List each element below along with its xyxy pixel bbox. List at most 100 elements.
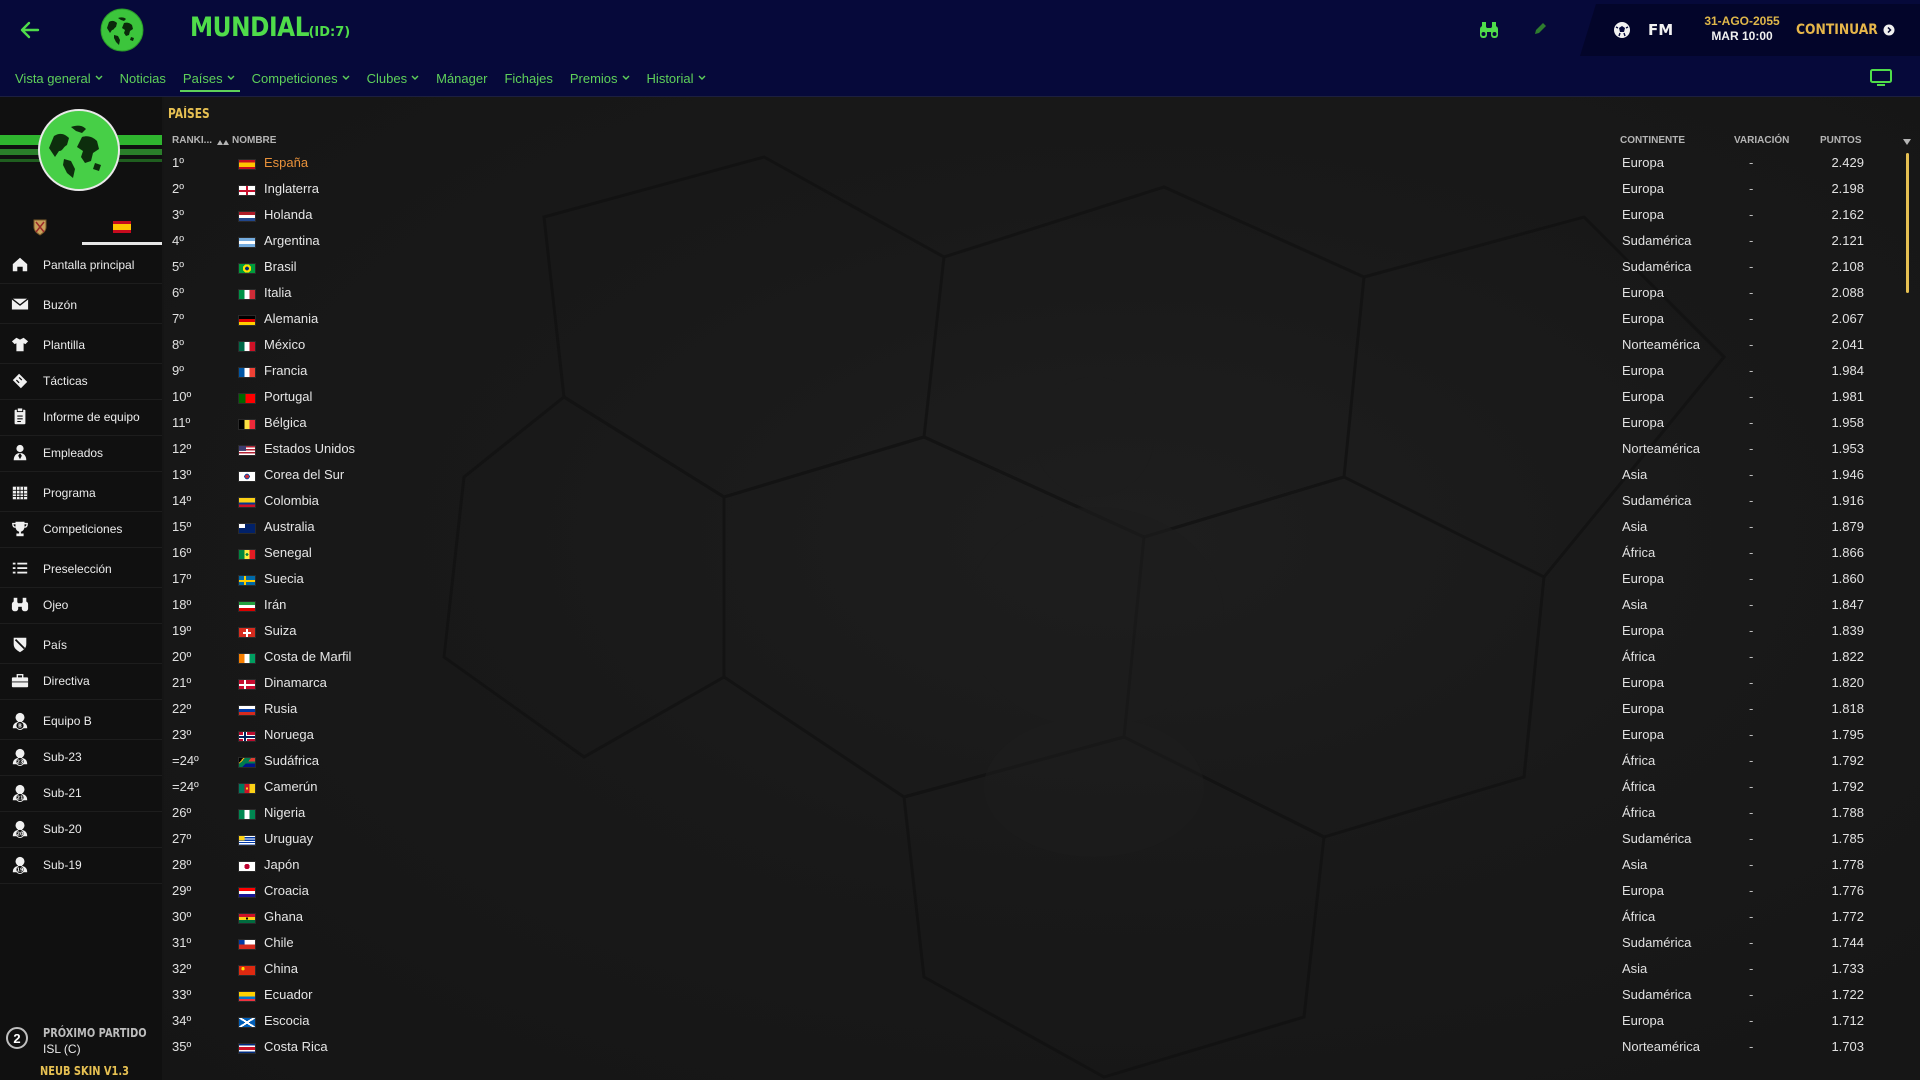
table-row[interactable]: 23º Noruega Europa - 1.795 bbox=[164, 723, 1920, 749]
table-row[interactable]: 12º Estados Unidos Norteamérica - 1.953 bbox=[164, 437, 1920, 463]
country-name-link[interactable]: Brasil bbox=[264, 259, 297, 274]
table-row[interactable]: 19º Suiza Europa - 1.839 bbox=[164, 619, 1920, 645]
country-name-link[interactable]: Argentina bbox=[264, 233, 320, 248]
country-name-link[interactable]: Sudáfrica bbox=[264, 753, 319, 768]
scrollbar-thumb[interactable] bbox=[1906, 153, 1909, 293]
country-name-link[interactable]: Suiza bbox=[264, 623, 297, 638]
sidebar-item-7[interactable]: Competiciones bbox=[0, 511, 162, 548]
column-header-name[interactable]: NOMBRE bbox=[232, 135, 276, 146]
table-row[interactable]: 15º Australia Asia - 1.879 bbox=[164, 515, 1920, 541]
country-name-link[interactable]: Rusia bbox=[264, 701, 297, 716]
country-name-link[interactable]: China bbox=[264, 961, 298, 976]
table-row[interactable]: 14º Colombia Sudamérica - 1.916 bbox=[164, 489, 1920, 515]
table-row[interactable]: 21º Dinamarca Europa - 1.820 bbox=[164, 671, 1920, 697]
table-row[interactable]: 30º Ghana África - 1.772 bbox=[164, 905, 1920, 931]
country-name-link[interactable]: Estados Unidos bbox=[264, 441, 355, 456]
country-name-link[interactable]: Corea del Sur bbox=[264, 467, 344, 482]
country-name-link[interactable]: Francia bbox=[264, 363, 307, 378]
table-row[interactable]: 20º Costa de Marfil África - 1.822 bbox=[164, 645, 1920, 671]
country-name-link[interactable]: Alemania bbox=[264, 311, 318, 326]
table-row[interactable]: 5º Brasil Sudamérica - 2.108 bbox=[164, 255, 1920, 281]
column-header-points[interactable]: PUNTOS bbox=[1820, 135, 1862, 146]
country-name-link[interactable]: Italia bbox=[264, 285, 291, 300]
sidebar-item-13[interactable]: 23 Sub-23 bbox=[0, 739, 162, 776]
table-row[interactable]: =24º Camerún África - 1.792 bbox=[164, 775, 1920, 801]
country-name-link[interactable]: Inglaterra bbox=[264, 181, 319, 196]
table-row[interactable]: 3º Holanda Europa - 2.162 bbox=[164, 203, 1920, 229]
country-name-link[interactable]: Croacia bbox=[264, 883, 309, 898]
nation-flag-tab[interactable] bbox=[82, 209, 162, 245]
table-row[interactable]: 8º México Norteamérica - 2.041 bbox=[164, 333, 1920, 359]
next-match[interactable]: 2 PRÓXIMO PARTIDO ISL (C) bbox=[0, 1021, 162, 1061]
sidebar-item-2[interactable]: Plantilla bbox=[0, 327, 162, 364]
country-name-link[interactable]: Suecia bbox=[264, 571, 304, 586]
nav-tab-5[interactable]: Mánager bbox=[429, 60, 496, 96]
country-name-link[interactable]: España bbox=[264, 155, 308, 170]
country-name-link[interactable]: Portugal bbox=[264, 389, 312, 404]
sidebar-item-0[interactable]: Pantalla principal bbox=[0, 247, 162, 284]
nav-tab-7[interactable]: Premios bbox=[563, 60, 639, 96]
table-row[interactable]: 11º Bélgica Europa - 1.958 bbox=[164, 411, 1920, 437]
table-row[interactable]: 34º Escocia Europa - 1.712 bbox=[164, 1009, 1920, 1035]
table-row[interactable]: 6º Italia Europa - 2.088 bbox=[164, 281, 1920, 307]
nav-tab-4[interactable]: Clubes bbox=[360, 60, 428, 96]
continue-button[interactable]: CONTINUAR bbox=[1796, 19, 1895, 41]
table-row[interactable]: 2º Inglaterra Europa - 2.198 bbox=[164, 177, 1920, 203]
back-arrow-icon[interactable] bbox=[18, 18, 42, 42]
country-name-link[interactable]: Ecuador bbox=[264, 987, 312, 1002]
nav-tab-1[interactable]: Noticias bbox=[113, 60, 175, 96]
table-row[interactable]: 27º Uruguay Sudamérica - 1.785 bbox=[164, 827, 1920, 853]
binoculars-icon[interactable] bbox=[1478, 20, 1500, 40]
country-name-link[interactable]: Camerún bbox=[264, 779, 317, 794]
country-name-link[interactable]: Nigeria bbox=[264, 805, 305, 820]
country-name-link[interactable]: México bbox=[264, 337, 305, 352]
sidebar-item-9[interactable]: Ojeo bbox=[0, 587, 162, 624]
table-row[interactable]: 35º Costa Rica Norteamérica - 1.703 bbox=[164, 1035, 1920, 1061]
sidebar-item-6[interactable]: Programa bbox=[0, 475, 162, 512]
crest-tab[interactable] bbox=[0, 209, 80, 245]
table-row[interactable]: 7º Alemania Europa - 2.067 bbox=[164, 307, 1920, 333]
table-row[interactable]: 29º Croacia Europa - 1.776 bbox=[164, 879, 1920, 905]
table-row[interactable]: =24º Sudáfrica África - 1.792 bbox=[164, 749, 1920, 775]
sidebar-item-3[interactable]: Tácticas bbox=[0, 363, 162, 400]
table-row[interactable]: 22º Rusia Europa - 1.818 bbox=[164, 697, 1920, 723]
pencil-icon[interactable] bbox=[1532, 21, 1548, 37]
monitor-icon[interactable] bbox=[1870, 69, 1892, 87]
country-name-link[interactable]: Ghana bbox=[264, 909, 303, 924]
table-row[interactable]: 16º Senegal África - 1.866 bbox=[164, 541, 1920, 567]
nav-tab-0[interactable]: Vista general bbox=[8, 60, 112, 96]
table-row[interactable]: 1º España Europa - 2.429 bbox=[164, 151, 1920, 177]
sidebar-item-16[interactable]: 19 Sub-19 bbox=[0, 847, 162, 884]
table-row[interactable]: 13º Corea del Sur Asia - 1.946 bbox=[164, 463, 1920, 489]
sidebar-item-11[interactable]: Directiva bbox=[0, 663, 162, 700]
country-name-link[interactable]: Uruguay bbox=[264, 831, 313, 846]
table-row[interactable]: 32º China Asia - 1.733 bbox=[164, 957, 1920, 983]
country-name-link[interactable]: Australia bbox=[264, 519, 315, 534]
sidebar-item-4[interactable]: Informe de equipo bbox=[0, 399, 162, 436]
table-row[interactable]: 31º Chile Sudamérica - 1.744 bbox=[164, 931, 1920, 957]
table-row[interactable]: 17º Suecia Europa - 1.860 bbox=[164, 567, 1920, 593]
country-name-link[interactable]: Dinamarca bbox=[264, 675, 327, 690]
column-header-variation[interactable]: VARIACIÓN bbox=[1734, 135, 1789, 146]
table-row[interactable]: 28º Japón Asia - 1.778 bbox=[164, 853, 1920, 879]
country-name-link[interactable]: Japón bbox=[264, 857, 299, 872]
table-row[interactable]: 33º Ecuador Sudamérica - 1.722 bbox=[164, 983, 1920, 1009]
sidebar-item-14[interactable]: 21 Sub-21 bbox=[0, 775, 162, 812]
column-header-rank[interactable]: RANKI... bbox=[172, 135, 212, 146]
country-name-link[interactable]: Chile bbox=[264, 935, 294, 950]
chevron-down-icon[interactable] bbox=[1903, 139, 1911, 145]
nav-tab-8[interactable]: Historial bbox=[640, 60, 715, 96]
country-name-link[interactable]: Escocia bbox=[264, 1013, 310, 1028]
sidebar-item-5[interactable]: Empleados bbox=[0, 435, 162, 472]
country-name-link[interactable]: Colombia bbox=[264, 493, 319, 508]
football-icon[interactable] bbox=[1612, 20, 1632, 40]
table-row[interactable]: 26º Nigeria África - 1.788 bbox=[164, 801, 1920, 827]
nav-tab-3[interactable]: Competiciones bbox=[245, 60, 359, 96]
nav-tab-2[interactable]: Países bbox=[176, 60, 244, 96]
country-name-link[interactable]: Irán bbox=[264, 597, 286, 612]
nav-tab-6[interactable]: Fichajes bbox=[497, 60, 561, 96]
table-row[interactable]: 18º Irán Asia - 1.847 bbox=[164, 593, 1920, 619]
country-name-link[interactable]: Noruega bbox=[264, 727, 314, 742]
country-name-link[interactable]: Senegal bbox=[264, 545, 312, 560]
table-row[interactable]: 9º Francia Europa - 1.984 bbox=[164, 359, 1920, 385]
